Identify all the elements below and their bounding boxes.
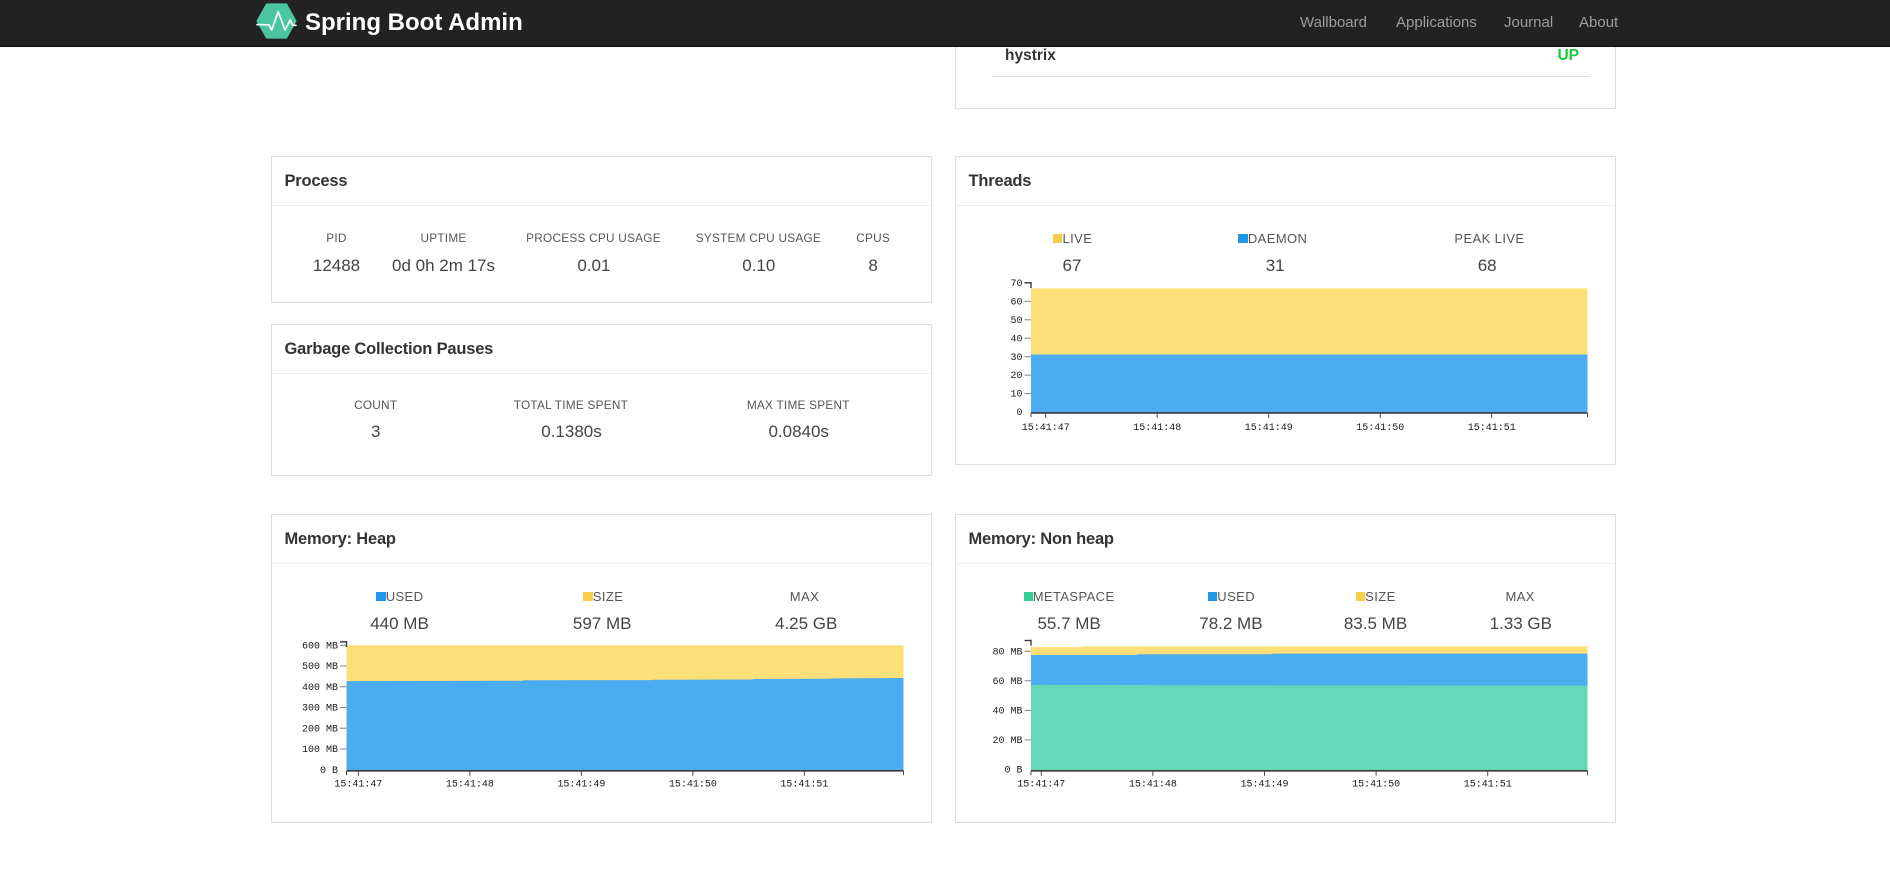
- svg-text:500 MB: 500 MB: [302, 662, 338, 673]
- svg-text:15:41:51: 15:41:51: [1468, 423, 1516, 434]
- svg-text:15:41:49: 15:41:49: [557, 779, 605, 790]
- svg-text:600 MB: 600 MB: [302, 641, 338, 652]
- svg-text:15:41:49: 15:41:49: [1245, 423, 1293, 434]
- svg-text:15:41:48: 15:41:48: [1129, 779, 1177, 790]
- svg-text:15:41:47: 15:41:47: [1022, 423, 1070, 434]
- svg-text:20: 20: [1010, 371, 1022, 382]
- svg-text:15:41:50: 15:41:50: [1352, 779, 1400, 790]
- svg-text:15:41:48: 15:41:48: [1133, 423, 1181, 434]
- svg-text:0 B: 0 B: [320, 766, 338, 777]
- svg-text:70: 70: [1010, 279, 1022, 290]
- svg-text:0: 0: [1016, 408, 1022, 419]
- svg-text:20 MB: 20 MB: [992, 736, 1022, 747]
- svg-text:15:41:49: 15:41:49: [1240, 779, 1288, 790]
- svg-text:15:41:47: 15:41:47: [1017, 779, 1065, 790]
- svg-text:40 MB: 40 MB: [992, 707, 1022, 718]
- svg-text:200 MB: 200 MB: [302, 724, 338, 735]
- svg-text:10: 10: [1010, 390, 1022, 401]
- svg-text:40: 40: [1010, 334, 1022, 345]
- svg-text:0 B: 0 B: [1004, 766, 1022, 777]
- svg-text:400 MB: 400 MB: [302, 683, 338, 694]
- svg-text:50: 50: [1010, 316, 1022, 327]
- svg-text:15:41:47: 15:41:47: [334, 779, 382, 790]
- svg-text:60 MB: 60 MB: [992, 677, 1022, 688]
- svg-text:60: 60: [1010, 297, 1022, 308]
- svg-text:30: 30: [1010, 353, 1022, 364]
- svg-text:100 MB: 100 MB: [302, 745, 338, 756]
- svg-text:80 MB: 80 MB: [992, 647, 1022, 658]
- svg-text:15:41:51: 15:41:51: [1464, 779, 1512, 790]
- svg-text:15:41:50: 15:41:50: [1356, 423, 1404, 434]
- svg-text:15:41:50: 15:41:50: [669, 779, 717, 790]
- svg-text:300 MB: 300 MB: [302, 704, 338, 715]
- svg-text:15:41:48: 15:41:48: [446, 779, 494, 790]
- svg-text:15:41:51: 15:41:51: [780, 779, 828, 790]
